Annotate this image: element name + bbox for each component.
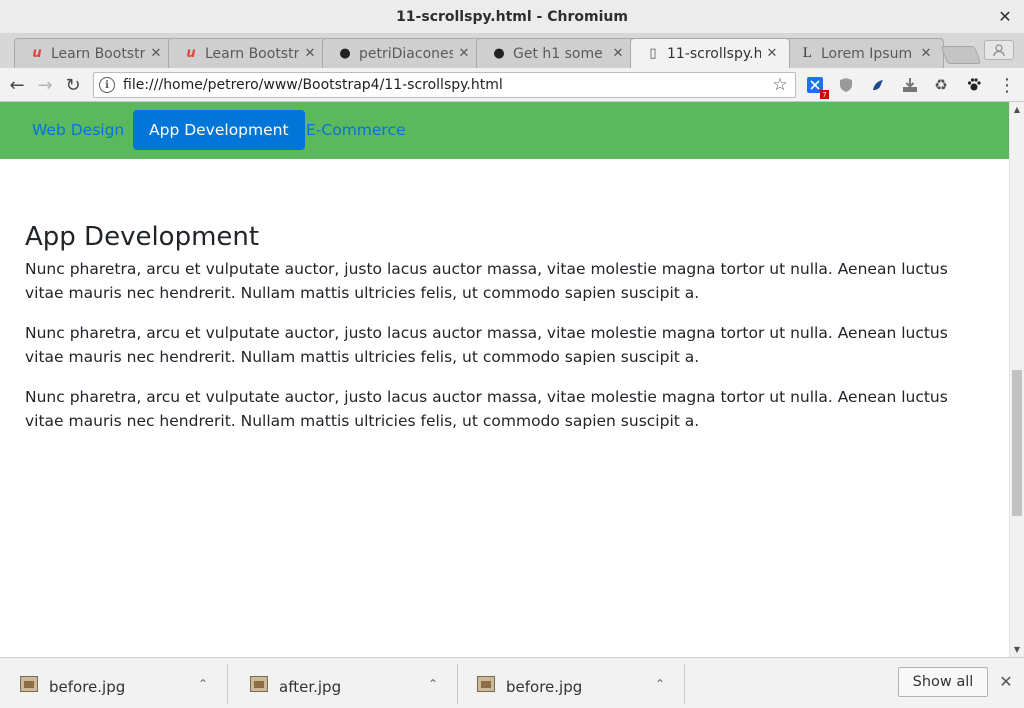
download-shelf: before.jpg ⌃ after.jpg ⌃ before.jpg ⌃ Sh… [0,657,1024,708]
section-paragraph: Nunc pharetra, arcu et vulputate auctor,… [25,324,948,367]
extension-translate-icon[interactable]: 7 [805,75,829,99]
close-icon[interactable]: ✕ [997,672,1015,692]
page-viewport: Web Design App Development E-Commerce Ap… [0,102,1009,657]
lorem-ipsum-icon: L [802,46,812,61]
section-paragraph: Nunc pharetra, arcu et vulputate auctor,… [25,388,948,431]
app-development-section: App Development Nunc pharetra, arcu et v… [25,222,975,449]
window-titlebar: 11-scrollspy.html - Chromium ✕ [0,0,1024,34]
download-filename: after.jpg [279,678,342,696]
section-paragraph: Nunc pharetra, arcu et vulputate auctor,… [25,260,948,303]
chevron-up-icon[interactable]: ⌃ [195,677,211,691]
bookmark-star-icon[interactable]: ☆ [769,75,791,95]
tab-title: Lorem Ipsum - [821,45,915,62]
tab-close-icon[interactable]: ✕ [457,46,471,61]
extension-bird-icon[interactable] [868,75,888,95]
profile-button[interactable] [984,40,1014,60]
show-all-button[interactable]: Show all [898,667,988,697]
page-scrollbar[interactable]: ▲ ▼ [1009,102,1024,657]
tab-0[interactable]: u Learn Bootstra ✕ [14,38,174,68]
url-text[interactable]: file:///home/petrero/www/Bootstrap4/11-s… [123,77,769,93]
download-filename: before.jpg [506,678,583,696]
nav-link-app-development[interactable]: App Development [133,110,305,150]
tab-title: petriDiaconescu [359,45,453,62]
nav-link-web-design[interactable]: Web Design [16,110,140,150]
info-icon[interactable]: i [99,77,115,93]
tab-close-icon[interactable]: ✕ [919,46,933,61]
tab-title: 11-scrollspy.ht [667,45,761,62]
tab-5[interactable]: L Lorem Ipsum - ✕ [784,38,944,68]
download-item[interactable]: before.jpg ⌃ [457,664,685,704]
window-close-icon[interactable]: ✕ [996,7,1014,26]
tab-1[interactable]: u Learn Bootstra ✕ [168,38,328,68]
new-tab-button[interactable] [940,46,982,64]
forward-icon[interactable]: → [34,74,56,96]
tab-4-active[interactable]: ▯ 11-scrollspy.ht ✕ [630,38,790,68]
recycle-icon[interactable]: ♻ [931,75,951,95]
scroll-up-arrow-icon[interactable]: ▲ [1010,102,1024,116]
chevron-up-icon[interactable]: ⌃ [652,677,668,691]
shield-icon[interactable] [836,75,856,95]
nav-link-e-commerce[interactable]: E-Commerce [290,110,422,150]
download-item[interactable]: after.jpg ⌃ [230,664,458,704]
back-icon[interactable]: ← [6,74,28,96]
github-icon: ● [493,46,505,61]
udemy-icon: u [32,46,42,61]
scroll-down-arrow-icon[interactable]: ▼ [1010,642,1024,656]
reload-icon[interactable]: ↻ [62,74,84,96]
tab-close-icon[interactable]: ✕ [765,46,779,61]
image-file-icon [20,676,38,692]
file-icon: ▯ [649,46,657,61]
tab-close-icon[interactable]: ✕ [303,46,317,61]
download-item[interactable]: before.jpg ⌃ [0,664,228,704]
profile-icon [993,44,1005,57]
download-filename: before.jpg [49,678,126,696]
tab-2[interactable]: ● petriDiaconescu ✕ [322,38,482,68]
github-icon: ● [339,46,351,61]
browser-toolbar: ← → ↻ i file:///home/petrero/www/Bootstr… [0,68,1024,102]
tab-title: Learn Bootstra [205,45,299,62]
extension-badge: 7 [820,90,829,99]
section-heading: App Development [25,222,260,252]
image-file-icon [477,676,495,692]
tab-close-icon[interactable]: ✕ [149,46,163,61]
window-title: 11-scrollspy.html - Chromium [396,8,628,25]
tab-title: Get h1 some pa [513,45,607,62]
extension-paw-icon[interactable] [964,75,984,95]
tab-title: Learn Bootstra [51,45,145,62]
image-file-icon [250,676,268,692]
tab-3[interactable]: ● Get h1 some pa ✕ [476,38,636,68]
address-bar[interactable]: i file:///home/petrero/www/Bootstrap4/11… [93,72,796,98]
tab-strip: u Learn Bootstra ✕ u Learn Bootstra ✕ ● … [0,34,1024,68]
udemy-icon: u [186,46,196,61]
tab-close-icon[interactable]: ✕ [611,46,625,61]
scrollspy-navbar: Web Design App Development E-Commerce [0,102,1009,159]
download-icon[interactable] [900,75,920,95]
scroll-thumb[interactable] [1012,370,1022,516]
chevron-up-icon[interactable]: ⌃ [425,677,441,691]
menu-kebab-icon[interactable]: ⋮ [996,74,1018,96]
